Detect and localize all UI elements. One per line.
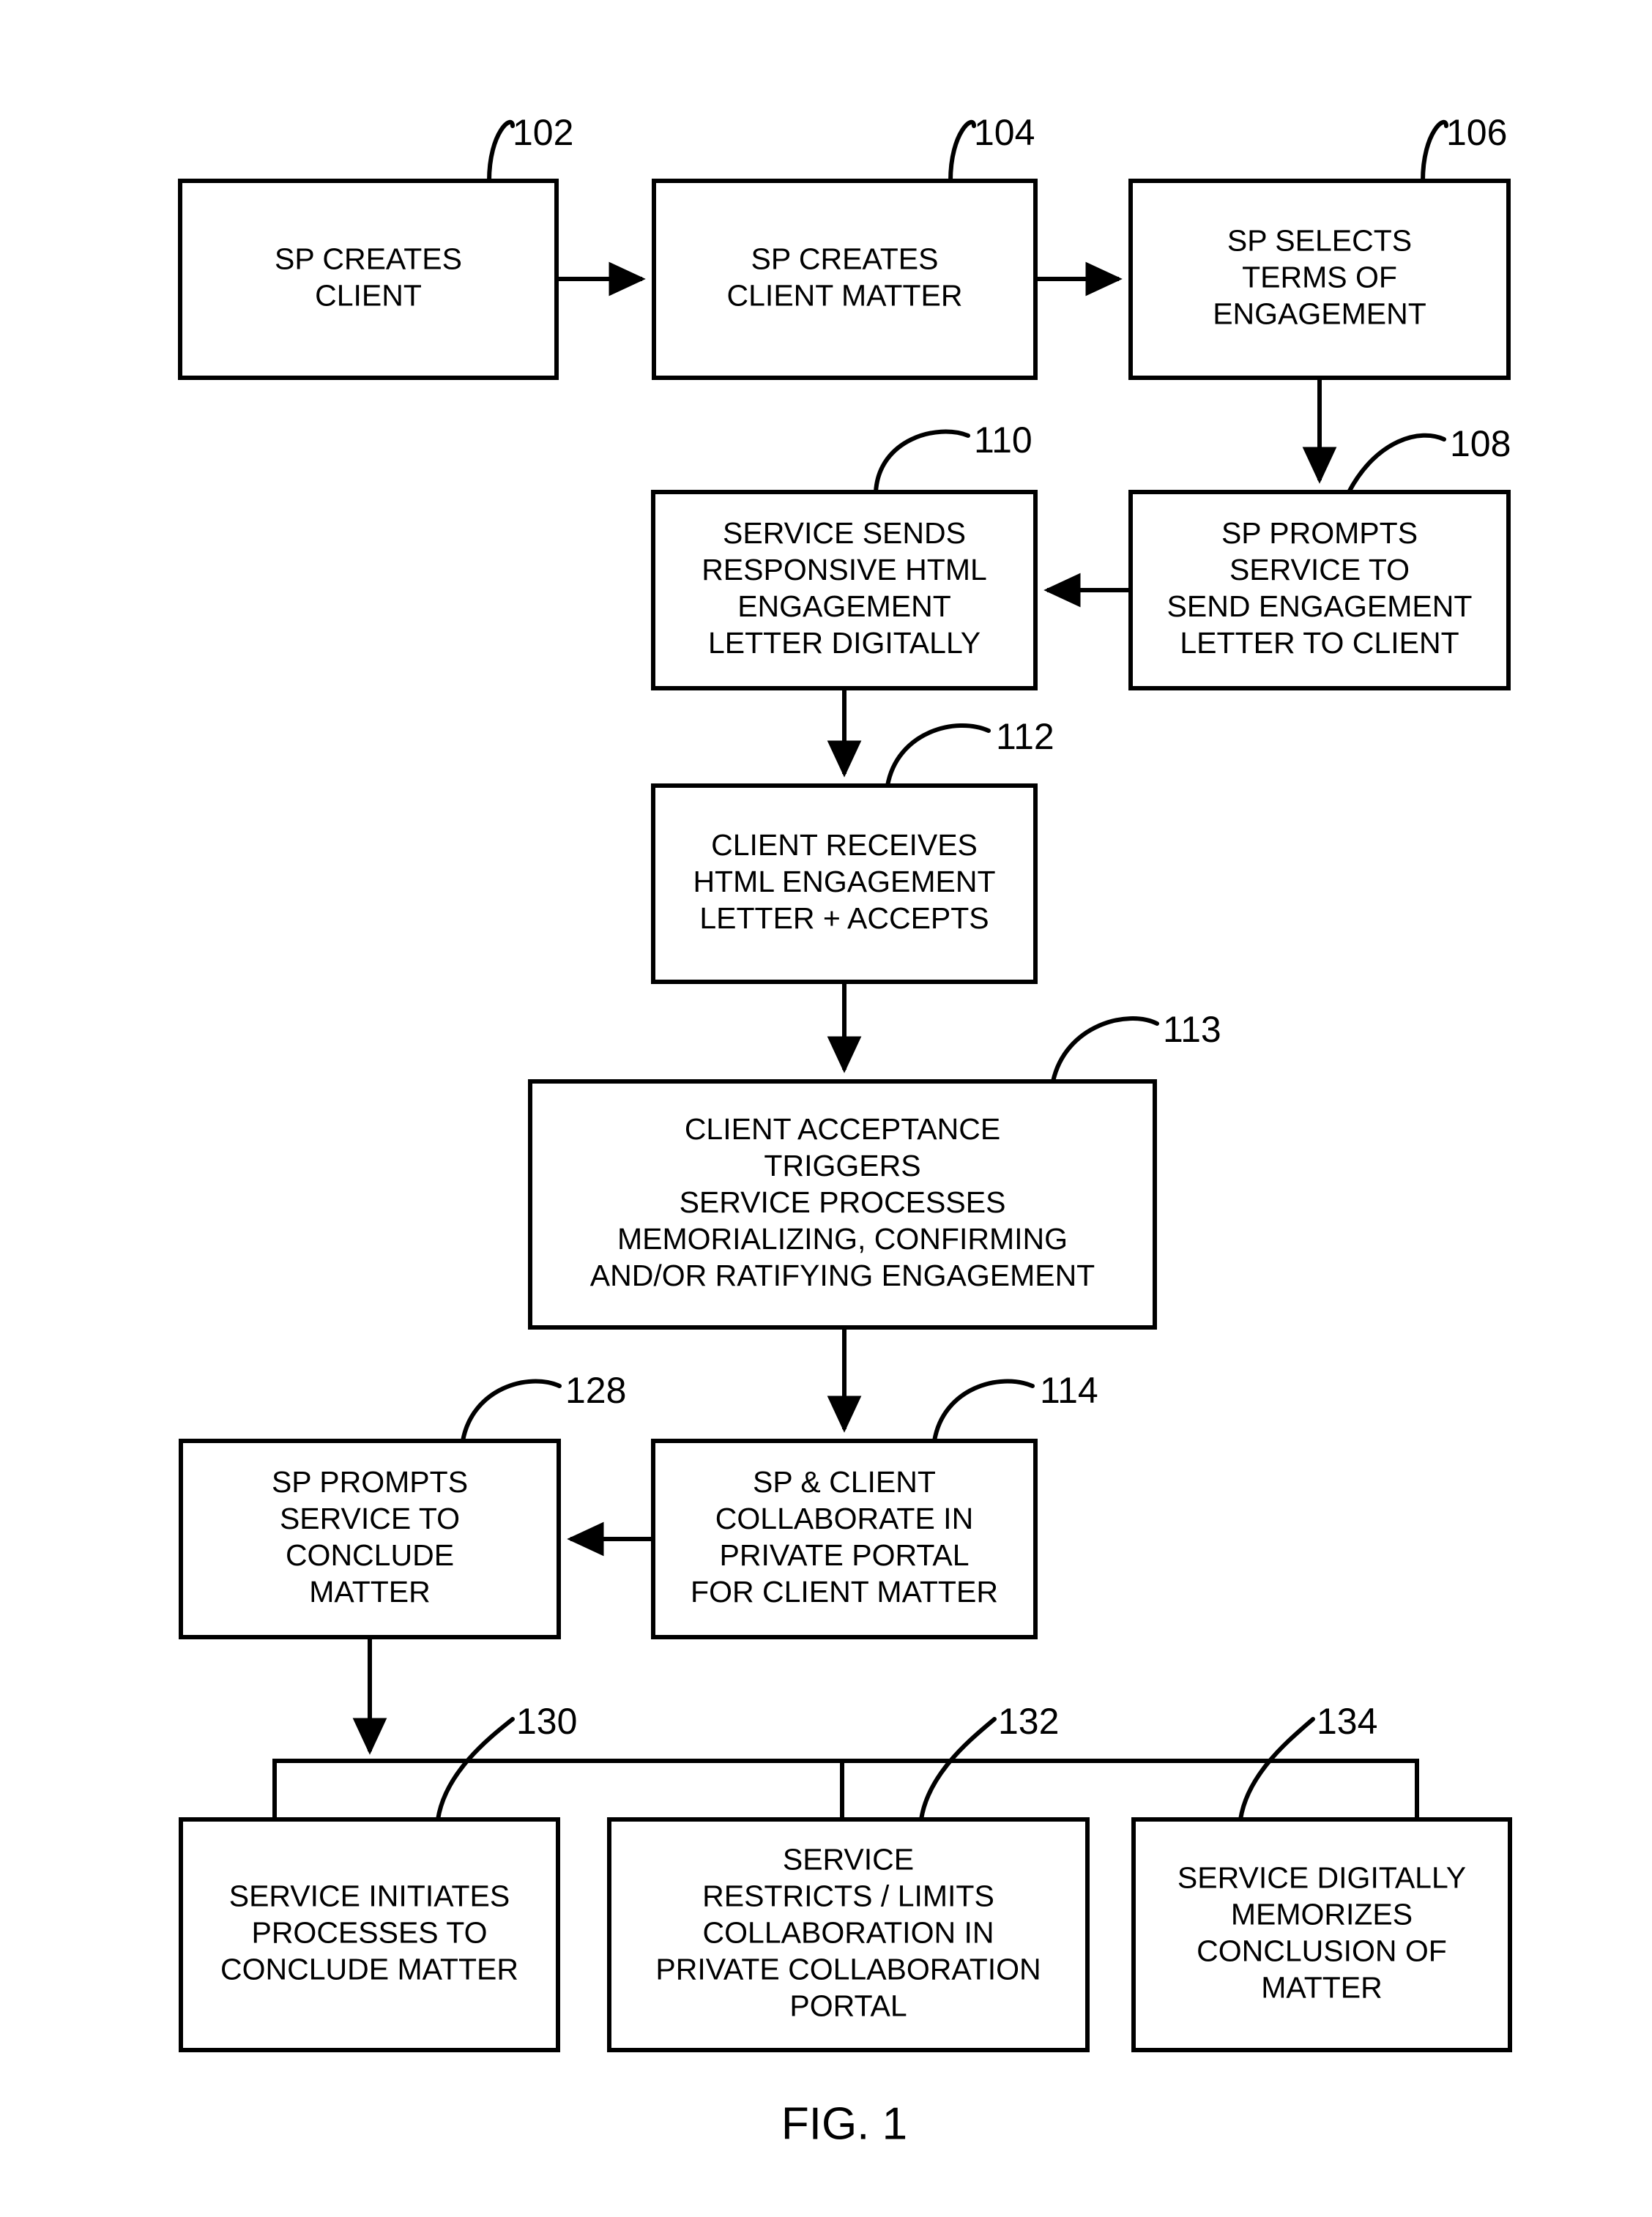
node-client-receives-html-letter-accepts: 112 CLIENT RECEIVESHTML ENGAGEMENTLETTER … xyxy=(651,716,1054,984)
reference-numeral-130: 130 xyxy=(516,1701,577,1742)
node-service-initiates-processes-conclude-matter: 130 SERVICE INITIATESPROCESSES TOCONCLUDE… xyxy=(179,1701,577,2052)
box-label-106-line-3: ENGAGEMENT xyxy=(1213,297,1426,330)
reference-numeral-112: 112 xyxy=(996,716,1054,757)
box-label-134-line-3: CONCLUSION OF xyxy=(1197,1934,1447,1967)
leader-line-112 xyxy=(885,723,991,788)
reference-numeral-110: 110 xyxy=(974,420,1032,461)
flowchart-diagram: 102SP CREATESCLIENT104SP CREATESCLIENT M… xyxy=(178,112,1512,2149)
box-label-132-line-1: SERVICE xyxy=(783,1842,914,1876)
box-label-128-line-2: SERVICE TO xyxy=(280,1502,460,1535)
figure-caption: FIG. 1 xyxy=(781,2098,907,2149)
box-label-134-line-2: MEMORIZES xyxy=(1231,1897,1413,1931)
node-sp-client-collaborate-private-portal: 114 SP & CLIENTCOLLABORATE INPRIVATE PORT… xyxy=(651,1370,1098,1639)
node-service-sends-responsive-html-letter: 110 SERVICE SENDSRESPONSIVE HTMLENGAGEMEN… xyxy=(651,420,1038,690)
box-label-114-line-1: SP & CLIENT xyxy=(753,1465,936,1499)
box-label-104-line-1: SP CREATES xyxy=(751,242,939,275)
box-label-108-line-3: SEND ENGAGEMENT xyxy=(1167,589,1473,623)
box-label-130-line-3: CONCLUDE MATTER xyxy=(220,1952,518,1986)
box-label-114-line-3: PRIVATE PORTAL xyxy=(720,1538,970,1572)
reference-numeral-102: 102 xyxy=(513,112,573,153)
reference-numeral-104: 104 xyxy=(974,112,1035,153)
patent-figure-1: 102 SP CREATES CLIENT 104 SP CREATES CLIENT M… xyxy=(0,0,1652,2217)
leader-line-106 xyxy=(1421,120,1448,183)
box-label-110-line-1: SERVICE SENDS xyxy=(723,516,966,550)
reference-numeral-113: 113 xyxy=(1163,1009,1221,1050)
box-label-132-line-4: PRIVATE COLLABORATION xyxy=(655,1952,1041,1986)
box-label-112-line-2: HTML ENGAGEMENT xyxy=(693,865,995,898)
reference-numeral-134: 134 xyxy=(1317,1701,1377,1742)
box-label-128-line-3: CONCLUDE xyxy=(286,1538,454,1572)
box-label-130-line-2: PROCESSES TO xyxy=(251,1915,487,1949)
box-label-104-line-2: CLIENT MATTER xyxy=(727,278,963,312)
reference-numeral-106: 106 xyxy=(1446,112,1507,153)
box-label-113-line-2: TRIGGERS xyxy=(764,1149,920,1182)
node-service-restricts-limits-collaboration: 132 SERVICERESTRICTS / LIMITSCOLLABORATIO… xyxy=(607,1701,1090,2052)
box-label-132-line-2: RESTRICTS / LIMITS xyxy=(702,1879,994,1912)
box-label-113-line-5: AND/OR RATIFYING ENGAGEMENT xyxy=(590,1259,1095,1292)
box-label-112-line-1: CLIENT RECEIVES xyxy=(711,828,978,862)
reference-numeral-128: 128 xyxy=(565,1370,626,1411)
box-label-102-line-1: SP CREATES xyxy=(275,242,462,275)
node-sp-selects-terms-of-engagement: 106 SP SELECTSTERMS OFENGAGEMENT xyxy=(1128,112,1511,380)
box-label-132-line-5: PORTAL xyxy=(789,1989,907,2022)
box-label-106-line-1: SP SELECTS xyxy=(1227,223,1412,257)
reference-numeral-114: 114 xyxy=(1040,1370,1098,1411)
box-label-102-line-2: CLIENT xyxy=(315,278,422,312)
box-label-106-line-2: TERMS OF xyxy=(1242,260,1397,294)
box-label-113-line-4: MEMORIALIZING, CONFIRMING xyxy=(617,1222,1068,1256)
leader-line-104 xyxy=(948,120,976,183)
node-client-acceptance-triggers-service-processes: 113 CLIENT ACCEPTANCETRIGGERSSERVICE PROC… xyxy=(528,1009,1221,1330)
box-label-114-line-2: COLLABORATE IN xyxy=(715,1502,973,1535)
box-label-110-line-4: LETTER DIGITALLY xyxy=(708,626,981,660)
leader-line-113 xyxy=(1051,1016,1159,1084)
box-label-114-line-4: FOR CLIENT MATTER xyxy=(691,1575,998,1609)
leader-line-134 xyxy=(1238,1717,1315,1822)
box-label-132-line-3: COLLABORATION IN xyxy=(703,1915,994,1949)
box-label-110-line-2: RESPONSIVE HTML xyxy=(702,553,987,586)
node-service-digitally-memorizes-conclusion: 134 SERVICE DIGITALLYMEMORIZESCONCLUSION … xyxy=(1131,1701,1512,2052)
leader-line-102 xyxy=(487,120,515,183)
box-label-108-line-4: LETTER TO CLIENT xyxy=(1180,626,1459,660)
leader-line-128 xyxy=(461,1379,562,1443)
node-sp-creates-client-matter: 104 SP CREATESCLIENT MATTER xyxy=(652,112,1038,380)
leader-line-132 xyxy=(919,1717,997,1822)
box-label-113-line-1: CLIENT ACCEPTANCE xyxy=(685,1112,1000,1146)
box-label-108-line-1: SP PROMPTS xyxy=(1221,516,1418,550)
box-label-128-line-1: SP PROMPTS xyxy=(272,1465,468,1499)
leader-line-130 xyxy=(436,1717,515,1822)
leader-line-108 xyxy=(1347,433,1446,494)
node-sp-creates-client: 102 SP CREATESCLIENT xyxy=(178,112,573,380)
box-label-134-line-4: MATTER xyxy=(1261,1970,1383,2004)
reference-numeral-108: 108 xyxy=(1450,423,1511,464)
box-label-113-line-3: SERVICE PROCESSES xyxy=(680,1185,1006,1219)
box-label-112-line-3: LETTER + ACCEPTS xyxy=(699,901,989,935)
box-label-134-line-1: SERVICE DIGITALLY xyxy=(1177,1860,1466,1894)
box-label-110-line-3: ENGAGEMENT xyxy=(737,589,951,623)
reference-numeral-132: 132 xyxy=(998,1701,1059,1742)
node-sp-prompts-service-conclude-matter: 128 SP PROMPTSSERVICE TOCONCLUDEMATTER xyxy=(179,1370,626,1639)
leader-line-110 xyxy=(874,429,970,494)
box-label-108-line-2: SERVICE TO xyxy=(1229,553,1410,586)
box-label-128-line-4: MATTER xyxy=(309,1575,431,1609)
leader-line-114 xyxy=(932,1379,1035,1443)
box-label-130-line-1: SERVICE INITIATES xyxy=(229,1879,510,1912)
